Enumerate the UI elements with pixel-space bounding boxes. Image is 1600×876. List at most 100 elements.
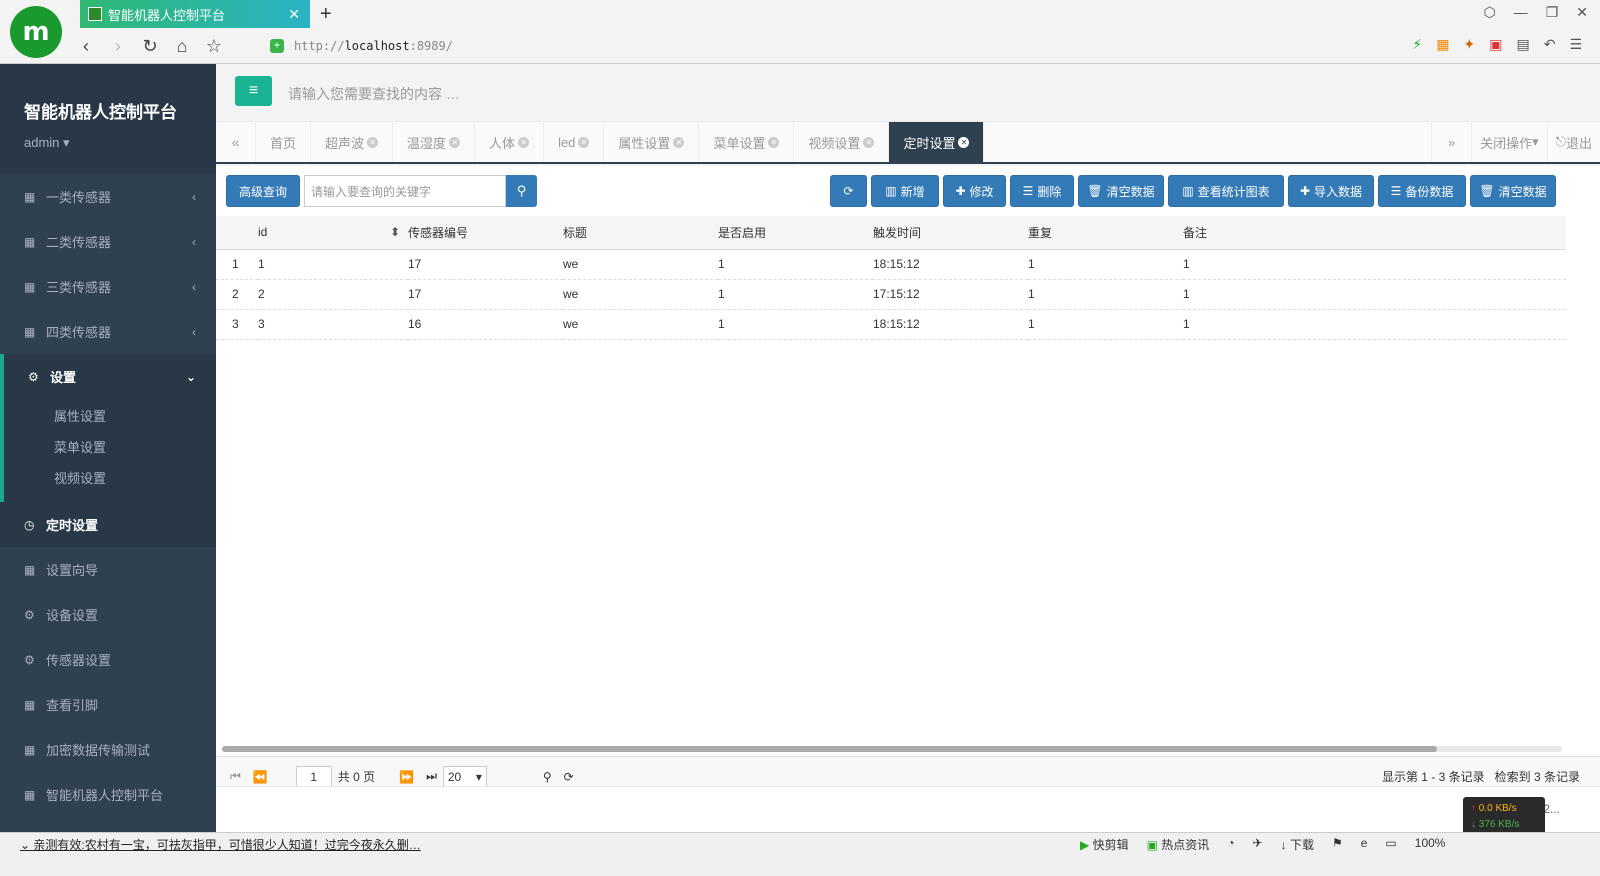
accelerate-icon[interactable]: ⚡: [1412, 36, 1422, 53]
tab-video[interactable]: 视频设置 ✕: [794, 122, 890, 162]
sidebar-item-platform[interactable]: ▦ 智能机器人控制平台: [0, 772, 216, 817]
delete-button[interactable]: ☰ 删除: [1010, 175, 1074, 207]
restore-icon[interactable]: ❐: [1546, 4, 1559, 21]
pdf-icon[interactable]: ▣: [1489, 36, 1502, 53]
tab-attributes[interactable]: 属性设置 ✕: [604, 122, 700, 162]
skin-icon[interactable]: ⬡: [1483, 4, 1495, 21]
menu-icon[interactable]: ☰: [1569, 36, 1582, 53]
keyword-input[interactable]: 请输入要查询的关键字: [304, 175, 506, 207]
bookmark-star-icon[interactable]: ☆: [198, 36, 230, 57]
sidebar-item-device[interactable]: ⚙ 设备设置: [0, 592, 216, 637]
tab-led[interactable]: led ✕: [544, 122, 605, 162]
sidebar-item-sensor-settings[interactable]: ⚙ 传感器设置: [0, 637, 216, 682]
add-button[interactable]: ▥ 新增: [871, 175, 939, 207]
edit-button[interactable]: ✚ 修改: [943, 175, 1006, 207]
tabs-backward-icon[interactable]: «: [216, 122, 256, 162]
tab-close-icon[interactable]: ✕: [449, 136, 461, 148]
close-window-icon[interactable]: ✕: [1576, 4, 1588, 21]
tabs-forward-icon[interactable]: »: [1431, 122, 1471, 162]
page-size-select[interactable]: 20 ▾: [442, 765, 487, 788]
page-number-input[interactable]: 1: [295, 765, 332, 788]
backup-button[interactable]: ☰ 备份数据: [1378, 175, 1466, 207]
sidebar-item-encrypt[interactable]: ▦ 加密数据传输测试: [0, 727, 216, 772]
sidebar-item-sensor-2[interactable]: ▦ 二类传感器 ‹: [0, 219, 216, 264]
column-header-enabled[interactable]: 是否启用: [718, 216, 873, 250]
column-header-sensor-no[interactable]: 传感器编号: [408, 216, 563, 250]
tab-ultrasonic[interactable]: 超声波 ✕: [311, 122, 394, 162]
global-search-input[interactable]: 请输入您需要查找的内容 …: [288, 84, 460, 104]
address-bar[interactable]: + http://localhost:8989/: [270, 33, 1310, 59]
search-icon[interactable]: ⚲: [543, 770, 552, 784]
last-page-icon[interactable]: ⏭: [426, 769, 437, 784]
quick-clip-button[interactable]: ▶ 快剪辑: [1080, 836, 1129, 853]
tab-close-icon[interactable]: ✕: [518, 136, 530, 148]
hot-news-button[interactable]: ▣ 热点资讯: [1147, 836, 1210, 853]
ie-icon[interactable]: e: [1361, 836, 1368, 853]
import-button[interactable]: ✚ 导入数据: [1288, 175, 1374, 207]
user-dropdown[interactable]: admin ▾: [24, 135, 216, 151]
apps-icon[interactable]: ▦: [1436, 36, 1449, 53]
prev-page-icon[interactable]: ⏪: [253, 770, 268, 784]
download-button[interactable]: ↓ 下载: [1281, 836, 1314, 853]
browser-logo[interactable]: m: [10, 6, 62, 58]
sidebar-item-sensor-4[interactable]: ▦ 四类传感器 ‹: [0, 309, 216, 354]
sort-icon[interactable]: ⬍: [390, 225, 400, 239]
notification-icon[interactable]: ▤: [1516, 36, 1529, 53]
back-icon[interactable]: ‹: [70, 36, 102, 57]
logout-button[interactable]: ⎋ 退出: [1546, 122, 1600, 162]
tab-home[interactable]: 首页: [256, 122, 312, 162]
table-row[interactable]: 2 2 17 we 1 17:15:12 1 1: [216, 279, 1566, 310]
close-ops-dropdown[interactable]: 关闭操作 ▾: [1471, 122, 1547, 162]
submenu-item-video[interactable]: 视频设置: [54, 463, 216, 494]
home-icon[interactable]: ⌂: [166, 36, 198, 57]
scrollbar-thumb[interactable]: [222, 746, 1437, 752]
clear-data-button[interactable]: 🗑 清空数据: [1078, 175, 1164, 207]
sidebar-item-sensor-3[interactable]: ▦ 三类传感器 ‹: [0, 264, 216, 309]
submenu-item-menu[interactable]: 菜单设置: [54, 432, 216, 463]
view-stats-button[interactable]: ▥ 查看统计图表: [1168, 175, 1284, 207]
reload-icon[interactable]: ⟳: [564, 770, 574, 784]
refresh-button[interactable]: ⟳: [830, 175, 867, 207]
forward-icon[interactable]: ›: [102, 36, 134, 57]
advanced-query-button[interactable]: 高级查询: [226, 175, 300, 207]
extension-icon[interactable]: ✦: [1464, 36, 1476, 53]
clear-data-button-2[interactable]: 🗑 清空数据: [1470, 175, 1556, 207]
sidebar-item-sensor-1[interactable]: ▦ 一类传感器 ‹: [0, 174, 216, 219]
tab-close-icon[interactable]: ✕: [958, 136, 970, 148]
table-row[interactable]: 3 3 16 we 1 18:15:12 1 1: [216, 309, 1566, 340]
submenu-item-attributes[interactable]: 属性设置: [54, 401, 216, 432]
table-row[interactable]: 1 1 17 we 1 18:15:12 1 1: [216, 249, 1566, 280]
news-ticker-link[interactable]: ⌄ 亲测有效:农村有一宝，可祛灰指甲，可惜很少人知道！过完今夜永久删…: [20, 836, 421, 853]
tab-close-icon[interactable]: ✕: [578, 136, 590, 148]
network-speed-widget[interactable]: ↑ 0.0 KB/s ↓ 376 KB/s: [1463, 797, 1545, 837]
close-tab-icon[interactable]: ✕: [288, 6, 300, 23]
zoom-level[interactable]: 100%: [1415, 836, 1446, 853]
tab-body[interactable]: 人体 ✕: [475, 122, 545, 162]
tab-close-icon[interactable]: ✕: [768, 136, 780, 148]
tab-timer[interactable]: 定时设置 ✕: [889, 122, 985, 162]
tab-close-icon[interactable]: ✕: [367, 136, 379, 148]
tab-humidity[interactable]: 温湿度 ✕: [393, 122, 476, 162]
pin-icon[interactable]: ✈: [1253, 836, 1263, 853]
horizontal-scrollbar[interactable]: [222, 746, 1562, 752]
sidebar-item-timer[interactable]: ◷ 定时设置: [0, 502, 216, 547]
column-header-trigger-time[interactable]: 触发时间: [873, 216, 1028, 250]
new-tab-button[interactable]: +: [320, 3, 332, 26]
sidebar-item-settings[interactable]: ⚙ 设置 ⌄: [0, 354, 216, 399]
undo-icon[interactable]: ↶: [1544, 36, 1556, 53]
speed-icon[interactable]: ◔: [1227, 836, 1234, 853]
column-header-remark[interactable]: 备注: [1183, 216, 1566, 250]
reload-icon[interactable]: ↻: [134, 36, 166, 57]
next-page-icon[interactable]: ⏩: [399, 770, 414, 784]
sidebar-item-pins[interactable]: ▦ 查看引脚: [0, 682, 216, 727]
tab-close-icon[interactable]: ✕: [673, 136, 685, 148]
menu-toggle-button[interactable]: ≡: [235, 76, 272, 106]
tab-menu[interactable]: 菜单设置 ✕: [699, 122, 795, 162]
search-button[interactable]: ⚲: [506, 175, 537, 207]
minimize-icon[interactable]: —: [1514, 4, 1528, 21]
column-header-title[interactable]: 标题: [563, 216, 718, 250]
tab-close-icon[interactable]: ✕: [863, 136, 875, 148]
flag-icon[interactable]: ⚑: [1332, 836, 1343, 853]
first-page-icon[interactable]: ⏮: [230, 769, 241, 784]
window-icon[interactable]: ▭: [1385, 836, 1396, 853]
